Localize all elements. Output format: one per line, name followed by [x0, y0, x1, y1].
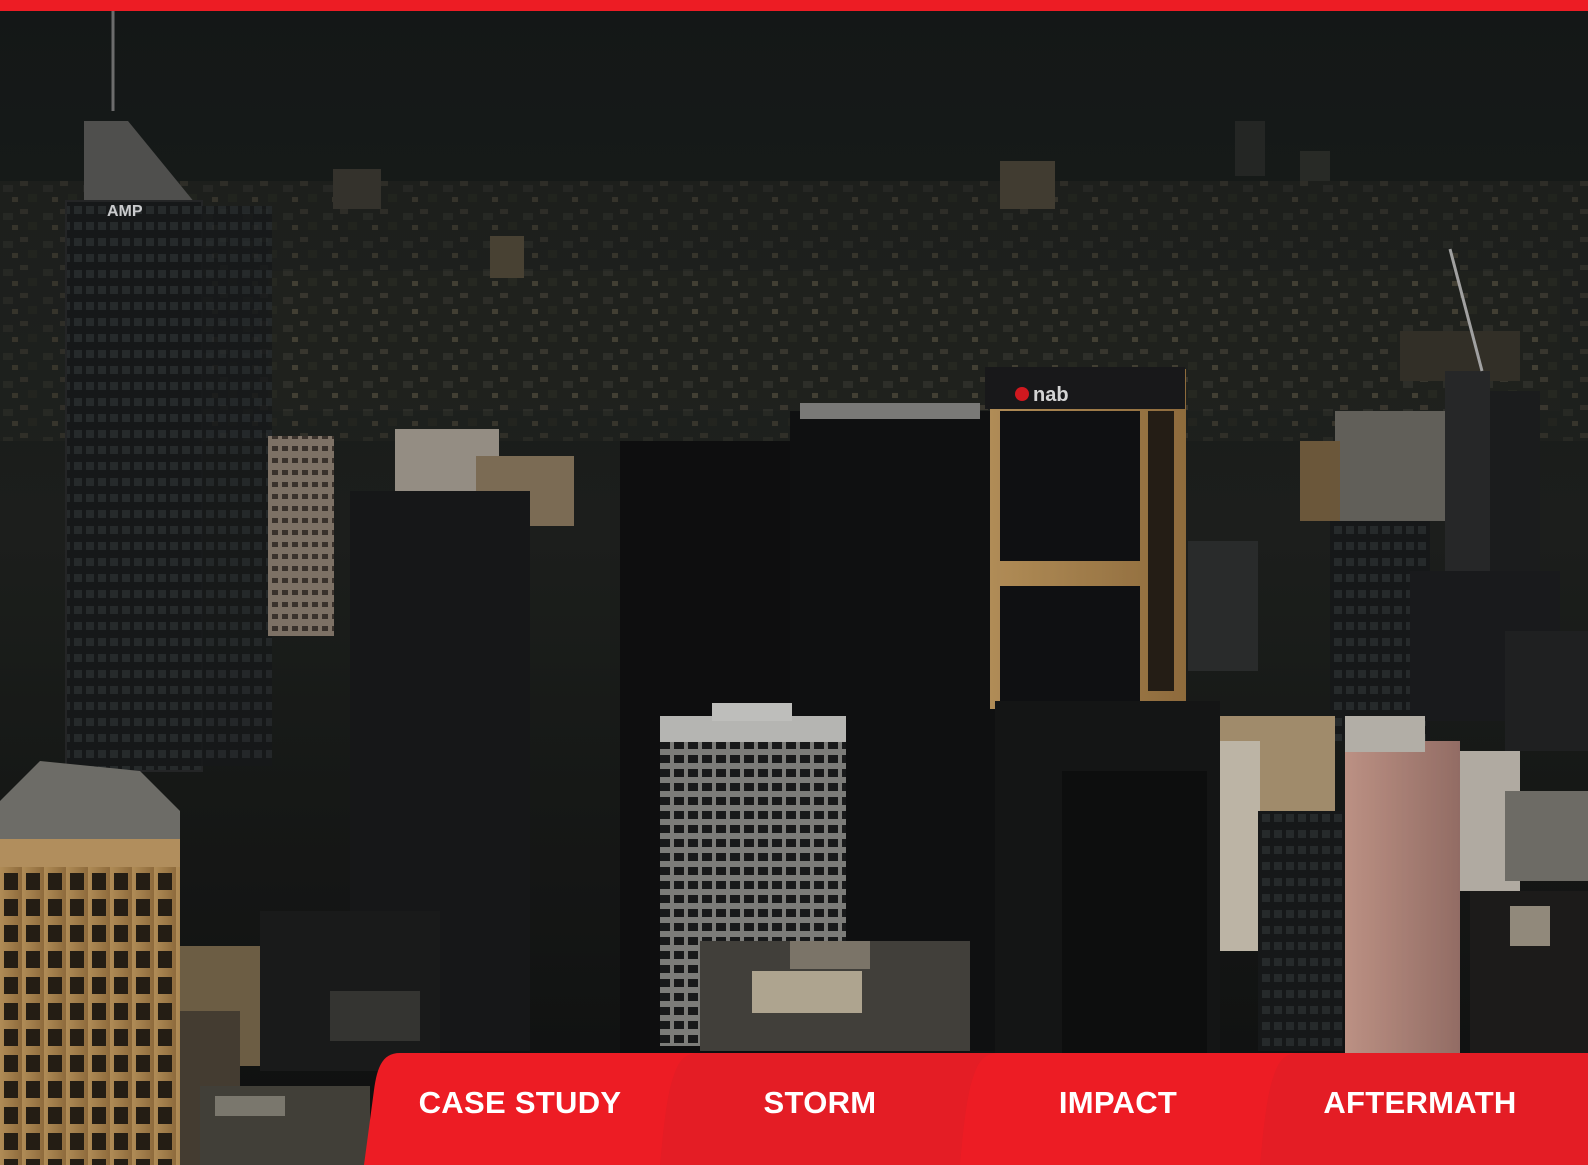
tab-storm[interactable]: STORM: [700, 1080, 940, 1126]
top-accent-bar: [0, 0, 1588, 11]
tab-impact[interactable]: IMPACT: [998, 1080, 1238, 1126]
tab-aftermath[interactable]: AFTERMATH: [1300, 1080, 1540, 1126]
tab-case-study[interactable]: CASE STUDY: [400, 1080, 640, 1126]
city-skyline-photo: AMP nab: [0, 11, 1588, 1165]
